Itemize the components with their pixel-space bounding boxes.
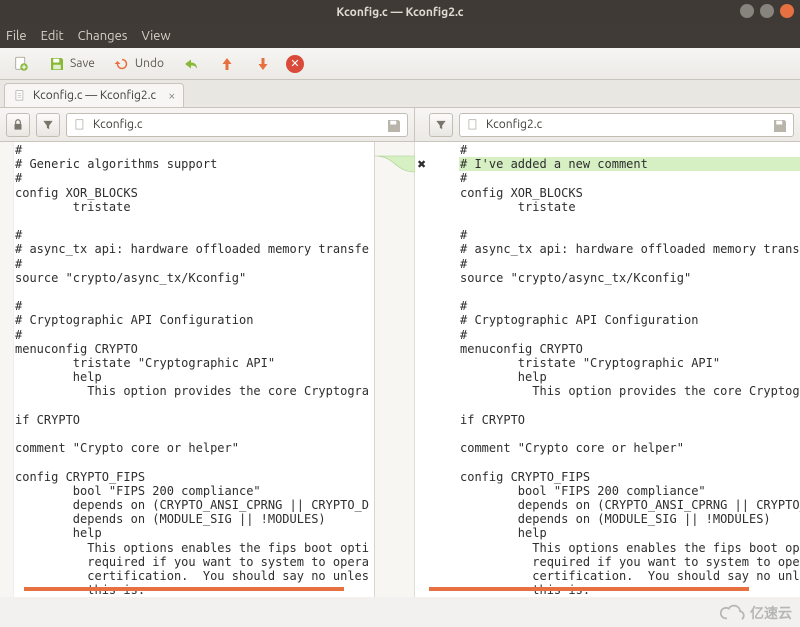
window-controls — [740, 4, 794, 18]
save-button[interactable]: Save — [44, 53, 99, 75]
pane-right[interactable]: ✖ # # I've added a new comment# config X… — [415, 142, 800, 597]
stop-icon: ✕ — [290, 57, 299, 70]
path-pane-left: Kconfig.c — [0, 108, 415, 141]
undo-icon — [113, 55, 131, 73]
file-icon — [466, 118, 480, 132]
scroll-indicator-left — [24, 587, 344, 591]
window-title: Kconfig.c — Kconfig2.c — [336, 6, 463, 19]
filter-icon — [41, 118, 55, 132]
file-icon — [73, 118, 87, 132]
next-change-button[interactable] — [250, 53, 276, 75]
diff-panes: # # Generic algorithms support # config … — [0, 142, 800, 597]
stop-button[interactable]: ✕ — [286, 55, 304, 73]
redo-icon — [182, 55, 200, 73]
file-icon — [13, 89, 27, 103]
diff-link-curve — [375, 142, 415, 597]
path-row: Kconfig.c Kconfig2.c — [0, 108, 800, 142]
prev-change-button[interactable] — [214, 53, 240, 75]
close-window-icon[interactable] — [780, 4, 794, 18]
new-button[interactable] — [8, 53, 34, 75]
link-gutter — [375, 142, 415, 597]
code-right-pre: # — [460, 143, 467, 157]
lock-left-button[interactable] — [6, 113, 30, 137]
scroll-indicator-right — [429, 587, 749, 591]
diff-marker-icon[interactable]: ✖ — [417, 158, 426, 171]
cloud-icon — [720, 604, 748, 622]
menu-edit[interactable]: Edit — [41, 29, 64, 43]
watermark-text: 亿速云 — [750, 603, 792, 623]
code-right[interactable]: # # I've added a new comment# config XOR… — [458, 142, 800, 597]
maximize-icon[interactable] — [760, 4, 774, 18]
watermark: 亿速云 — [720, 603, 792, 623]
filter-right-button[interactable] — [429, 113, 453, 137]
save-right-icon[interactable] — [771, 117, 789, 135]
pane-left[interactable]: # # Generic algorithms support # config … — [0, 142, 375, 597]
redo-button[interactable] — [178, 53, 204, 75]
toolbar: Save Undo ✕ — [0, 48, 800, 80]
save-icon — [48, 55, 66, 73]
code-right-post: # config XOR_BLOCKS tristate # # async_t… — [460, 171, 800, 597]
menu-file[interactable]: File — [6, 29, 27, 43]
undo-button[interactable]: Undo — [109, 53, 168, 75]
menubar: File Edit Changes View — [0, 24, 800, 48]
gutter-left — [0, 142, 14, 597]
menu-view[interactable]: View — [141, 29, 170, 43]
gutter-right: ✖ — [415, 142, 460, 597]
save-label: Save — [70, 57, 95, 70]
titlebar: Kconfig.c — Kconfig2.c — [0, 0, 800, 24]
minimize-icon[interactable] — [740, 4, 754, 18]
filter-icon — [434, 118, 448, 132]
path-field-right[interactable]: Kconfig2.c — [459, 113, 794, 137]
menu-changes[interactable]: Changes — [78, 29, 128, 43]
save-left-icon[interactable] — [385, 117, 403, 135]
code-left[interactable]: # # Generic algorithms support # config … — [14, 142, 374, 597]
tab-active[interactable]: Kconfig.c — Kconfig2.c × — [4, 83, 184, 107]
lock-icon — [11, 118, 25, 132]
path-pane-right: Kconfig2.c — [415, 108, 800, 141]
undo-label: Undo — [135, 57, 164, 70]
tab-close-icon[interactable]: × — [162, 89, 175, 103]
filter-left-button[interactable] — [36, 113, 60, 137]
path-right-label: Kconfig2.c — [486, 118, 542, 131]
path-field-left[interactable]: Kconfig.c — [66, 113, 408, 137]
tabbar: Kconfig.c — Kconfig2.c × — [0, 80, 800, 108]
tab-label: Kconfig.c — Kconfig2.c — [33, 89, 156, 102]
arrow-down-icon — [254, 55, 272, 73]
path-left-label: Kconfig.c — [93, 118, 142, 131]
arrow-up-icon — [218, 55, 236, 73]
new-file-icon — [12, 55, 30, 73]
diff-added-line: # I've added a new comment — [459, 157, 800, 171]
